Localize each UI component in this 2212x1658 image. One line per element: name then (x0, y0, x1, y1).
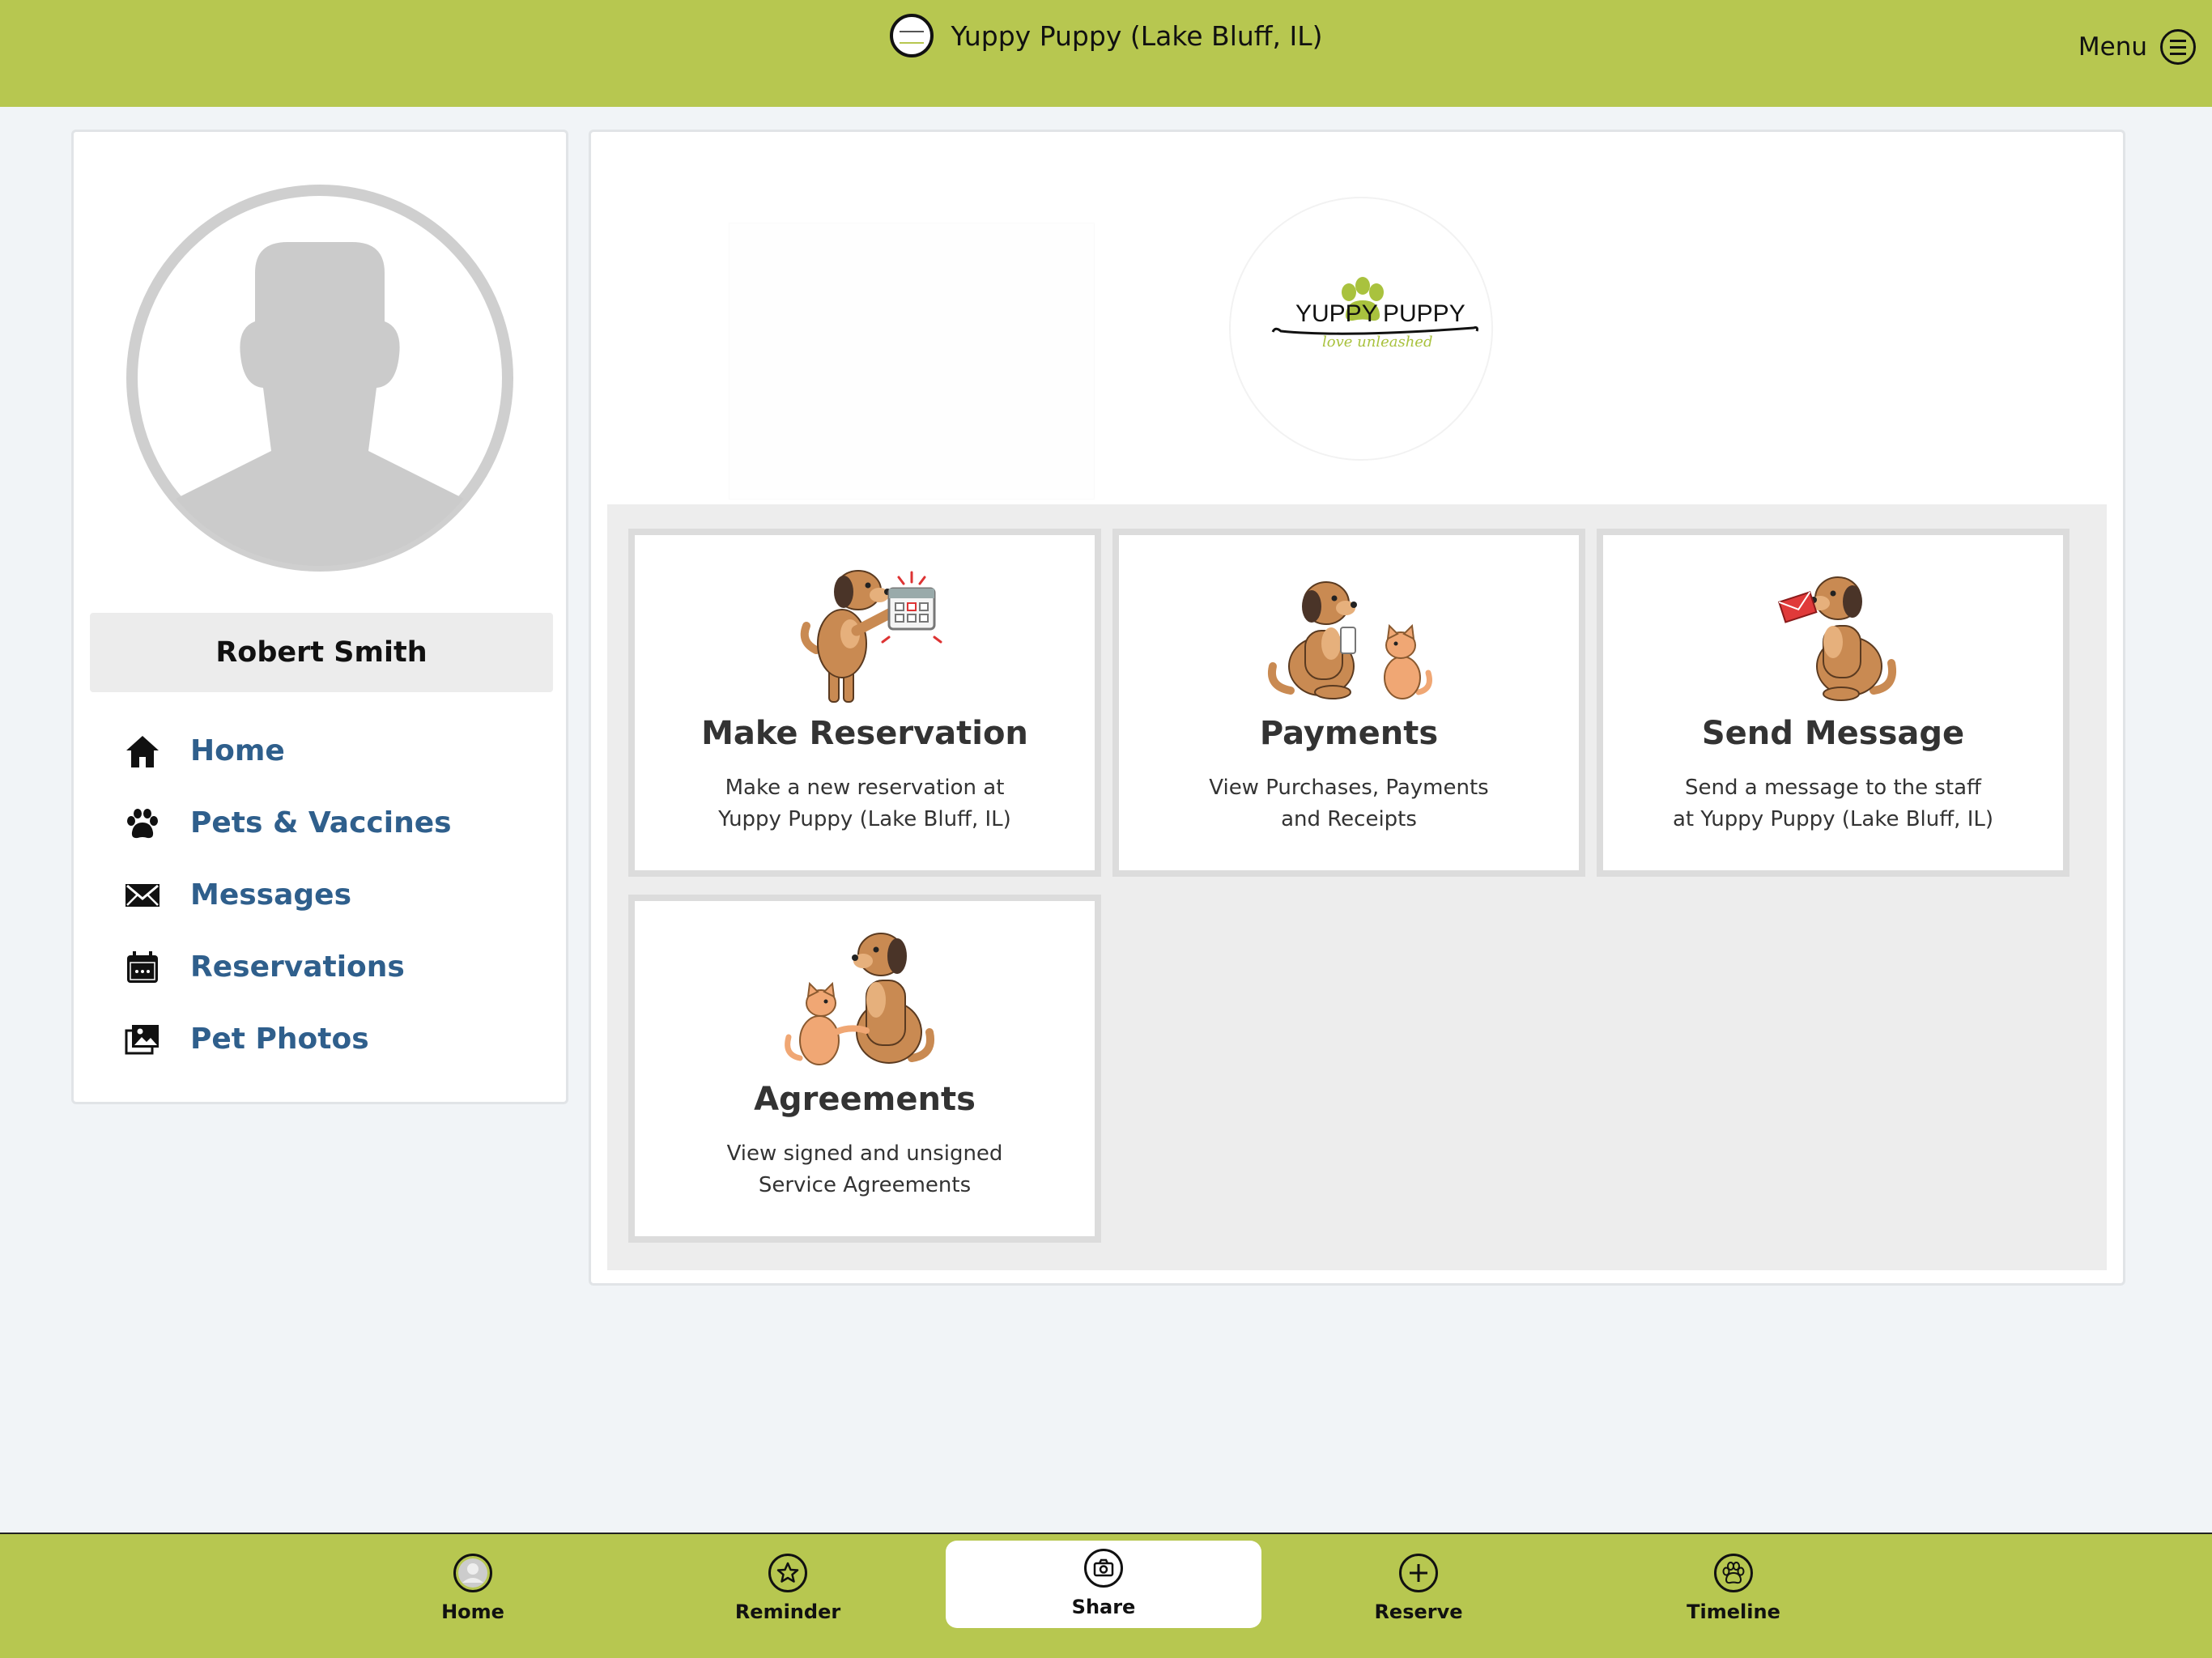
plus-icon (1399, 1554, 1438, 1592)
tile-make-reservation[interactable]: Make Reservation Make a new reservation … (628, 529, 1101, 877)
brand-logo: YUPPY PUPPY love unleashed (1229, 197, 1493, 461)
tile-description: View signed and unsigned Service Agreeme… (651, 1138, 1078, 1201)
tile-description: Send a message to the staff at Yuppy Pup… (1619, 772, 2047, 835)
logo-text-right: PUPPY (1383, 300, 1465, 327)
tile-description-line: View signed and unsigned (726, 1141, 1003, 1166)
sidebar-item-label: Messages (190, 878, 352, 912)
sidebar-item-label: Pet Photos (190, 1022, 369, 1056)
tile-title: Agreements (754, 1081, 976, 1118)
tile-description-line: Send a message to the staff (1685, 776, 1981, 800)
sidebar-item-home[interactable]: Home (121, 715, 542, 787)
profile-card: Robert Smith Home Pets & Vaccines Messag… (71, 130, 568, 1104)
tile-title: Payments (1259, 715, 1439, 752)
yuppy-puppy-logo-icon: YUPPY PUPPY love unleashed (1271, 277, 1478, 351)
profile-icon (453, 1554, 492, 1592)
hamburger-icon (2160, 29, 2196, 65)
logo-tagline: love unleashed (1322, 334, 1432, 351)
sidebar-item-label: Home (190, 734, 285, 767)
tab-timeline[interactable]: Timeline (1576, 1545, 1891, 1633)
menu-button[interactable]: Menu (2078, 27, 2196, 67)
tile-title: Make Reservation (701, 715, 1028, 752)
tab-home[interactable]: Home (315, 1545, 631, 1633)
sidebar-nav: Home Pets & Vaccines Messages Reservatio… (121, 715, 542, 1075)
tab-label: Home (441, 1601, 504, 1623)
avatar[interactable] (125, 184, 514, 572)
tab-label: Share (1071, 1596, 1136, 1618)
dog-cat-payment-illustration-icon (1119, 553, 1579, 707)
dog-calendar-illustration-icon (635, 553, 1095, 707)
sidebar-item-messages[interactable]: Messages (121, 859, 542, 931)
tile-payments[interactable]: Payments View Purchases, Payments and Re… (1112, 529, 1585, 877)
calendar-icon (121, 946, 164, 989)
business-logo-icon (889, 14, 934, 57)
sidebar-item-reservations[interactable]: Reservations (121, 931, 542, 1003)
tile-description: View Purchases, Payments and Receipts (1135, 772, 1563, 835)
sidebar-item-pets-vaccines[interactable]: Pets & Vaccines (121, 787, 542, 859)
photos-icon (121, 1018, 164, 1061)
menu-label: Menu (2078, 32, 2147, 62)
tab-label: Reminder (734, 1601, 841, 1623)
default-avatar-icon (126, 185, 513, 572)
tile-description-line: Yuppy Puppy (Lake Bluff, IL) (718, 807, 1011, 831)
envelope-icon (121, 874, 164, 917)
business-header: Yuppy Puppy (Lake Bluff, IL) (0, 0, 2212, 107)
tile-description-line: View Purchases, Payments (1209, 776, 1489, 800)
main-panel: YUPPY PUPPY love unleashed Make Reservat… (589, 130, 2125, 1286)
action-tiles: Make Reservation Make a new reservation … (607, 504, 2107, 1270)
tile-title: Send Message (1701, 715, 1965, 752)
tile-agreements[interactable]: Agreements View signed and unsigned Serv… (628, 895, 1101, 1243)
faint-background-image (729, 223, 1095, 500)
logo-text-left: YUPPY (1295, 300, 1378, 327)
camera-icon (1084, 1549, 1123, 1588)
home-icon (121, 729, 164, 773)
tab-reserve[interactable]: Reserve (1261, 1545, 1576, 1633)
dog-letter-illustration-icon (1603, 553, 2063, 707)
paw-icon (121, 801, 164, 845)
business-title: Yuppy Puppy (Lake Bluff, IL) (951, 19, 1323, 52)
bottom-tab-bar: Home Reminder Share Reserve Timeline (0, 1533, 2212, 1658)
tab-reminder[interactable]: Reminder (630, 1545, 946, 1633)
tile-description-line: Service Agreements (758, 1173, 972, 1197)
top-bar: Yuppy Puppy (Lake Bluff, IL) Menu (0, 0, 2212, 107)
tile-send-message[interactable]: Send Message Send a message to the staff… (1597, 529, 2069, 877)
sidebar-item-pet-photos[interactable]: Pet Photos (121, 1003, 542, 1075)
tile-description-line: at Yuppy Puppy (Lake Bluff, IL) (1672, 807, 1994, 831)
tile-description-line: and Receipts (1281, 807, 1417, 831)
tile-description-line: Make a new reservation at (725, 776, 1005, 800)
sidebar-item-label: Pets & Vaccines (190, 806, 452, 840)
sidebar-item-label: Reservations (190, 950, 405, 984)
tab-label: Timeline (1687, 1601, 1780, 1623)
user-name: Robert Smith (90, 613, 553, 692)
paw-circle-icon (1714, 1554, 1753, 1592)
tab-label: Reserve (1374, 1601, 1463, 1623)
tile-description: Make a new reservation at Yuppy Puppy (L… (651, 772, 1078, 835)
star-icon (768, 1554, 807, 1592)
dog-cat-handshake-illustration-icon (635, 919, 1095, 1073)
tab-share[interactable]: Share (946, 1541, 1261, 1628)
